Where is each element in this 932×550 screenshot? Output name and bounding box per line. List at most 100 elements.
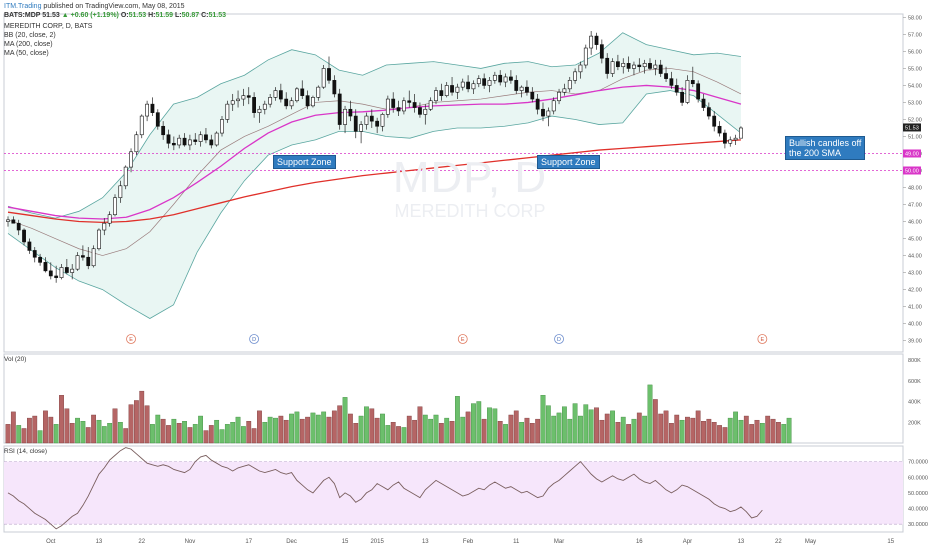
volume-bar: [487, 407, 492, 444]
candle-body-down: [541, 108, 545, 117]
candle-body-down: [466, 81, 471, 90]
volume-bar: [198, 415, 203, 444]
volume-bar: [305, 416, 310, 444]
x-tick-label: 2015: [370, 539, 384, 545]
candle-body-down: [54, 275, 59, 278]
volume-pane[interactable]: [5, 384, 792, 444]
volume-bar: [562, 406, 567, 444]
candle-body-down: [48, 270, 53, 277]
volume-pane-label[interactable]: Vol (20): [4, 356, 26, 363]
volume-bar: [615, 422, 621, 444]
volume-bar: [540, 395, 546, 444]
price-tick-label: 40.00: [908, 322, 922, 328]
legend-line-3[interactable]: MA (50, close): [4, 49, 226, 58]
volume-bar: [669, 423, 674, 444]
volume-bar: [444, 417, 450, 444]
candle-body-up: [401, 100, 406, 112]
volume-bar: [503, 424, 508, 444]
volume-bar: [150, 424, 155, 444]
volume-bar: [647, 384, 653, 444]
candle-body-down: [706, 107, 711, 117]
volume-bar: [604, 413, 610, 444]
candle-body-down: [43, 262, 48, 272]
volume-bar: [48, 416, 54, 444]
candle-body-down: [637, 64, 642, 68]
volume-bar: [273, 417, 278, 444]
volume-bar: [433, 414, 439, 444]
candle-body-down: [348, 108, 353, 117]
candle-body-up: [359, 124, 364, 132]
candle: [696, 80, 701, 103]
candle-body-up: [225, 103, 230, 120]
candle-body-up: [107, 214, 112, 224]
candle-body-up: [91, 248, 96, 267]
rsi-pane[interactable]: [4, 447, 903, 530]
price-tick-label: 45.00: [908, 237, 922, 243]
bullish-annotation[interactable]: Bullish candles off the 200 SMA: [785, 136, 866, 160]
candle-body-up: [321, 68, 326, 88]
volume-bar: [438, 423, 444, 444]
volume-bar: [117, 422, 123, 444]
support-zone-label-2[interactable]: Support Zone: [537, 155, 600, 169]
bullish-annotation-line-1: Bullish candles off: [789, 138, 862, 148]
candle-body-down: [38, 256, 43, 263]
price-tick-label: 48.00: [908, 186, 922, 192]
volume-bar: [781, 424, 787, 444]
volume-bar: [390, 422, 396, 444]
volume-bar: [695, 410, 701, 444]
candle-body-up: [145, 103, 150, 117]
candle-body-up: [562, 88, 567, 93]
candle-body-down: [391, 98, 396, 108]
volume-bar: [21, 428, 27, 444]
volume-bar: [652, 399, 658, 444]
volume-bar: [685, 416, 690, 444]
candle: [728, 136, 733, 147]
volume-bar: [588, 409, 594, 444]
x-tick-label: 13: [96, 539, 103, 545]
candle: [150, 97, 155, 117]
candle-body-up: [257, 108, 262, 113]
support-price-tag-text: 49.00: [905, 151, 919, 157]
event-marker-label: E: [461, 337, 465, 343]
candle-body-up: [589, 35, 594, 49]
open-value: 51.53: [128, 12, 147, 19]
volume-bar: [759, 423, 765, 444]
volume-bar: [224, 424, 230, 444]
rsi-pane-label[interactable]: RSI (14, close): [4, 448, 47, 455]
candle-body-up: [487, 80, 492, 86]
volume-bar: [626, 424, 632, 444]
x-tick-label: 13: [738, 539, 745, 545]
volume-bar: [144, 405, 150, 444]
price-tick-label: 56.00: [908, 49, 922, 55]
candle-body-down: [599, 44, 604, 59]
volume-bar: [10, 411, 16, 444]
candle-body-up: [75, 255, 80, 270]
publisher-name[interactable]: ITM.Trading: [4, 3, 41, 10]
candle-body-up: [6, 219, 10, 222]
candle: [311, 95, 315, 108]
symbol-label[interactable]: BATS:MDP: [4, 12, 40, 19]
candle: [385, 95, 390, 118]
candle-body-down: [64, 267, 69, 273]
volume-bar: [471, 403, 476, 444]
x-tick-label: Apr: [683, 539, 692, 545]
candle: [294, 87, 299, 103]
volume-bar: [492, 408, 498, 444]
legend-line-1[interactable]: BB (20, close, 2): [4, 31, 226, 40]
candle-body-down: [375, 120, 380, 127]
candle-body-down: [690, 80, 695, 85]
volume-bar: [5, 424, 11, 444]
volume-bar: [155, 414, 161, 444]
legend-line-2[interactable]: MA (200, close): [4, 40, 226, 49]
support-zone-label-1[interactable]: Support Zone: [273, 155, 336, 169]
candle-body-up: [177, 137, 182, 146]
candle-body-down: [396, 107, 401, 112]
volume-bar: [743, 415, 749, 444]
candle-body-down: [439, 90, 444, 96]
candle: [583, 44, 588, 69]
volume-bar: [80, 421, 86, 444]
candle-body-up: [102, 222, 107, 231]
volume-bar: [642, 415, 648, 444]
legend-line-0[interactable]: MEREDITH CORP, D, BATS: [4, 22, 226, 31]
volume-bar: [460, 416, 466, 444]
